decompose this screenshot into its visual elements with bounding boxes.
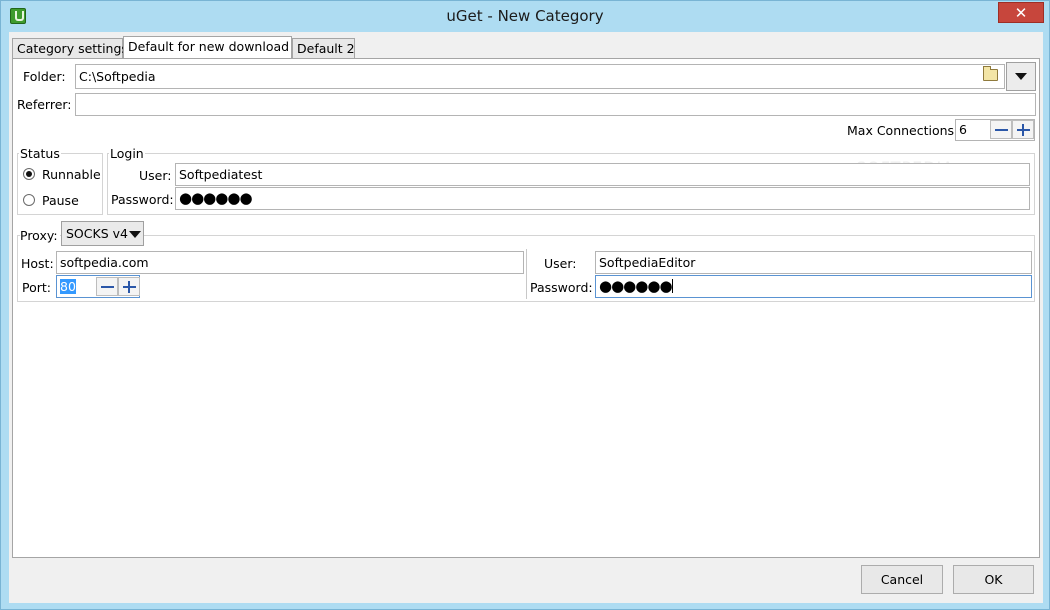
login-user-input[interactable]: Softpediatest	[175, 163, 1030, 186]
login-user-label: User:	[139, 168, 172, 183]
ok-button[interactable]: OK	[953, 565, 1034, 594]
login-frame-title: Login	[109, 146, 145, 161]
folder-value: C:\Softpedia	[79, 69, 156, 84]
max-connections-increment-button[interactable]	[1012, 120, 1034, 139]
login-password-mask: ●●●●●●	[179, 189, 253, 207]
folder-history-dropdown-button[interactable]	[1006, 62, 1036, 91]
tab-category-settings[interactable]: Category settings	[12, 38, 128, 59]
tab-panel: SOFTPEDIA Folder: C:\Softpedia Referrer:…	[12, 58, 1040, 558]
max-connections-decrement-button[interactable]	[990, 120, 1012, 139]
close-icon: ✕	[1014, 4, 1028, 22]
referrer-label: Referrer:	[17, 97, 72, 112]
cancel-button[interactable]: Cancel	[861, 565, 943, 594]
max-connections-label: Max Connections:	[847, 123, 959, 138]
pause-radio[interactable]	[23, 194, 35, 206]
close-button[interactable]: ✕	[998, 2, 1044, 23]
referrer-input[interactable]	[75, 93, 1036, 116]
proxy-label: Proxy:	[20, 228, 60, 243]
proxy-host-label: Host:	[21, 256, 54, 271]
proxy-user-input[interactable]: SoftpediaEditor	[595, 251, 1032, 274]
proxy-port-label: Port:	[22, 280, 51, 295]
proxy-user-label: User:	[544, 256, 577, 271]
login-password-label: Password:	[111, 192, 174, 207]
window-title: uGet - New Category	[446, 7, 604, 25]
minus-icon	[995, 129, 1008, 131]
proxy-port-value: 80	[60, 279, 76, 294]
runnable-label[interactable]: Runnable	[42, 167, 101, 182]
title-bar[interactable]: uGet - New Category ✕	[1, 1, 1049, 32]
dialog-window: uGet - New Category ✕ Category settings …	[0, 0, 1050, 610]
tab-default-new-download-1[interactable]: Default for new download 1	[123, 36, 301, 60]
plus-icon-vertical	[128, 281, 130, 293]
folder-input[interactable]: C:\Softpedia	[75, 64, 1005, 89]
minus-icon	[101, 286, 114, 288]
proxy-column-separator	[526, 249, 527, 299]
status-frame-title: Status	[19, 146, 61, 161]
runnable-radio[interactable]	[23, 168, 35, 180]
pause-label[interactable]: Pause	[42, 193, 79, 208]
text-caret	[671, 279, 673, 293]
max-connections-value: 6	[959, 122, 967, 137]
chevron-down-icon	[1015, 73, 1027, 80]
proxy-password-input[interactable]: ●●●●●●	[595, 275, 1032, 298]
folder-label: Folder:	[23, 69, 66, 84]
proxy-type-select[interactable]: SOCKS v4	[61, 221, 144, 246]
proxy-password-label: Password:	[530, 280, 593, 295]
login-password-input[interactable]: ●●●●●●	[175, 187, 1030, 210]
chevron-down-icon	[129, 231, 141, 238]
proxy-port-decrement-button[interactable]	[96, 277, 118, 296]
dialog-client-area: Category settings Default for new downlo…	[9, 32, 1043, 603]
plus-icon-vertical	[1022, 124, 1024, 136]
proxy-type-value: SOCKS v4	[66, 226, 128, 241]
proxy-host-input[interactable]: softpedia.com	[56, 251, 524, 274]
folder-icon[interactable]	[983, 66, 998, 81]
proxy-port-increment-button[interactable]	[118, 277, 140, 296]
proxy-password-mask: ●●●●●●	[599, 277, 673, 295]
tab-default-2[interactable]: Default 2	[292, 38, 355, 59]
